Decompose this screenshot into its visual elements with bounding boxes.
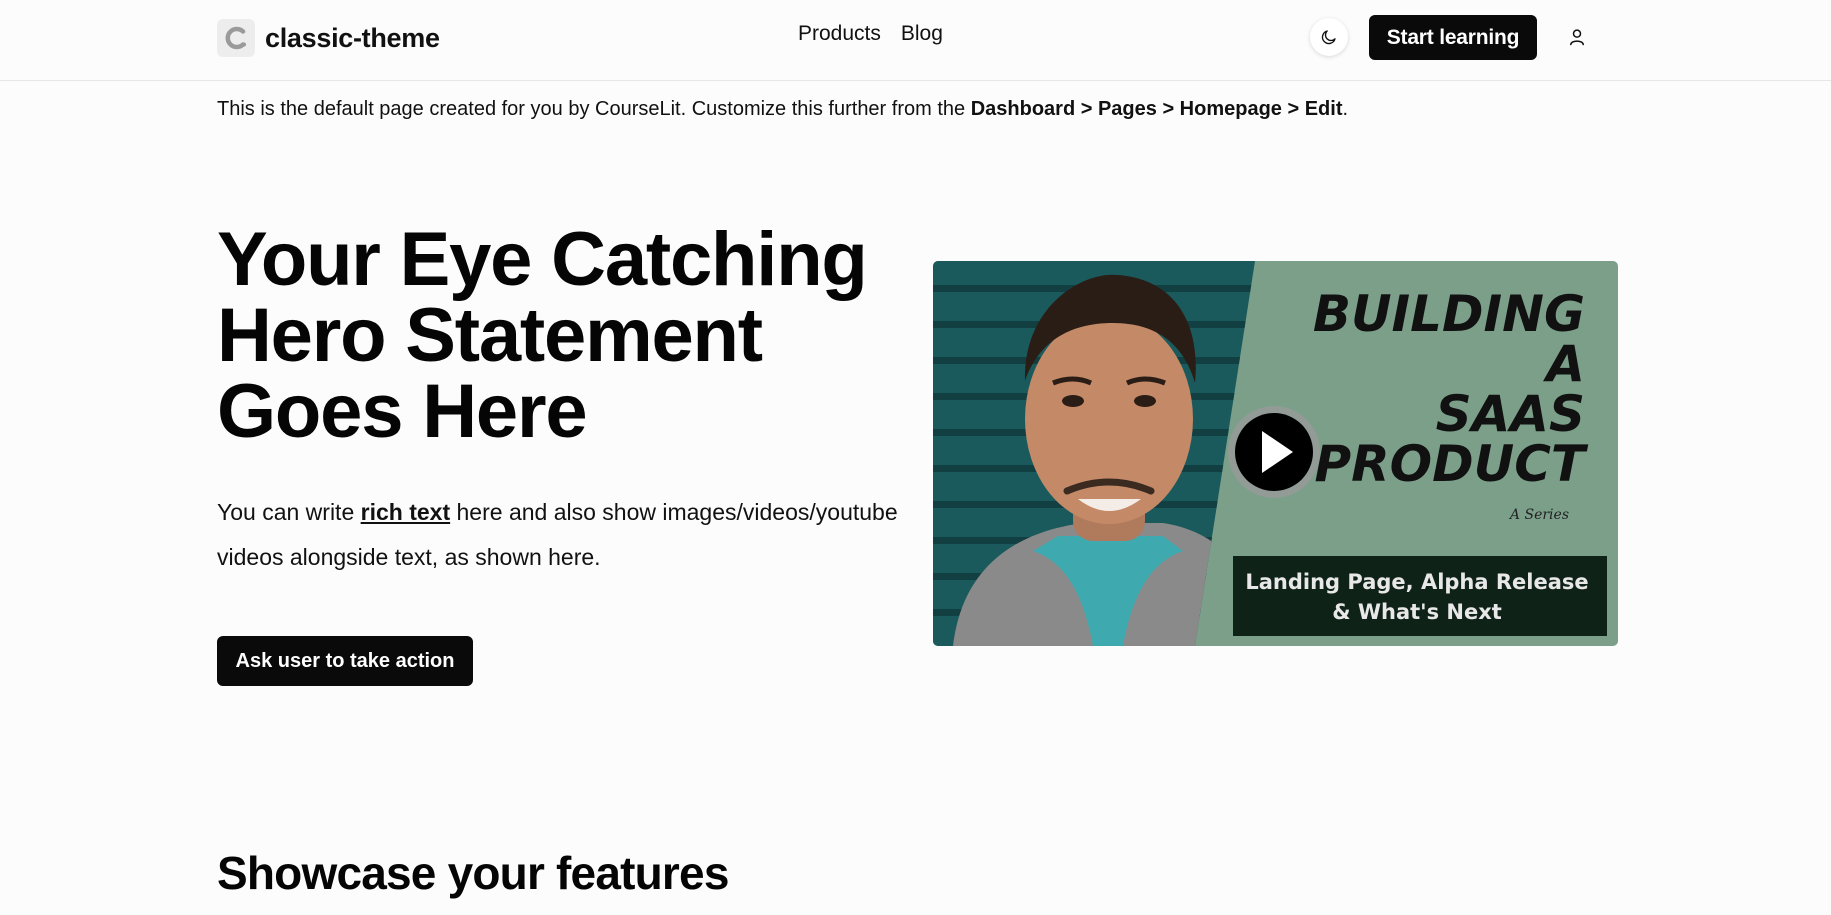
main-nav: Products Blog bbox=[798, 22, 943, 46]
theme-toggle-button[interactable] bbox=[1310, 18, 1348, 56]
default-page-notice: This is the default page created for you… bbox=[217, 98, 1348, 121]
nav-link-products[interactable]: Products bbox=[798, 22, 881, 46]
video-subtitle-line: Landing Page, Alpha Release bbox=[1245, 570, 1588, 594]
rich-text-link[interactable]: rich text bbox=[361, 499, 450, 525]
start-learning-button[interactable]: Start learning bbox=[1369, 15, 1537, 60]
site-header: classic-theme Products Blog Start learni… bbox=[0, 0, 1831, 81]
brand[interactable]: classic-theme bbox=[217, 18, 440, 58]
video-series-label: A Series bbox=[1508, 507, 1569, 523]
hero-text-part: You can write bbox=[217, 499, 361, 525]
video-embed[interactable]: BUILDING A SAAS PRODUCT A Series Landing… bbox=[933, 261, 1618, 646]
video-thumbnail: BUILDING A SAAS PRODUCT A Series Landing… bbox=[933, 261, 1618, 646]
video-title-line: PRODUCT bbox=[1314, 435, 1588, 493]
notice-text: This is the default page created for you… bbox=[217, 98, 971, 120]
brand-name: classic-theme bbox=[265, 22, 440, 53]
features-section-title: Showcase your features bbox=[217, 847, 729, 899]
call-to-action-button[interactable]: Ask user to take action bbox=[217, 636, 473, 686]
video-title-line: BUILDING bbox=[1313, 285, 1585, 343]
notice-suffix: . bbox=[1342, 98, 1349, 120]
hero-description: You can write rich text here and also sh… bbox=[217, 490, 917, 580]
moon-icon bbox=[1321, 30, 1336, 45]
play-icon[interactable] bbox=[1228, 406, 1320, 498]
video-subtitle-line: & What's Next bbox=[1332, 600, 1502, 624]
hero-title: Your Eye Catching Hero Statement Goes He… bbox=[217, 217, 868, 454]
account-button[interactable] bbox=[1562, 22, 1592, 52]
logo-icon bbox=[217, 19, 255, 57]
user-icon bbox=[1570, 29, 1584, 46]
nav-link-blog[interactable]: Blog bbox=[901, 22, 943, 46]
notice-path: Dashboard > Pages > Homepage > Edit bbox=[970, 98, 1343, 120]
